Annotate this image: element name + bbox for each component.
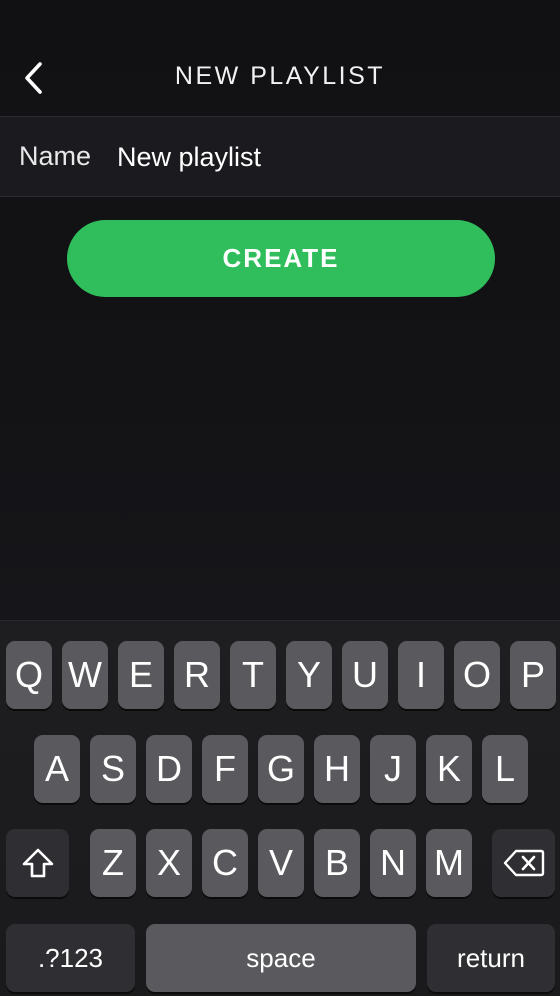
key-h[interactable]: H [314,735,360,803]
key-m[interactable]: M [426,829,472,897]
key-w[interactable]: W [62,641,108,709]
key-y[interactable]: Y [286,641,332,709]
shift-icon [22,848,53,878]
name-row: Name [0,116,560,197]
header: NEW PLAYLIST [0,0,560,116]
key-z[interactable]: Z [90,829,136,897]
key-n[interactable]: N [370,829,416,897]
key-b[interactable]: B [314,829,360,897]
backspace-key[interactable] [492,829,555,897]
backspace-icon [503,849,544,877]
key-v[interactable]: V [258,829,304,897]
playlist-name-input[interactable] [117,135,537,179]
return-key[interactable]: return [427,924,555,992]
key-t[interactable]: T [230,641,276,709]
key-d[interactable]: D [146,735,192,803]
new-playlist-screen: NEW PLAYLIST Name CREATE QWERTYUIOP ASDF… [0,0,560,996]
numbers-key[interactable]: .?123 [6,924,135,992]
key-l[interactable]: L [482,735,528,803]
key-e[interactable]: E [118,641,164,709]
key-k[interactable]: K [426,735,472,803]
keyboard: QWERTYUIOP ASDFGHJKL ZXCVBNM .?123 space… [0,620,560,996]
key-j[interactable]: J [370,735,416,803]
page-title: NEW PLAYLIST [174,62,386,90]
create-button[interactable]: CREATE [67,220,495,297]
key-i[interactable]: I [398,641,444,709]
key-x[interactable]: X [146,829,192,897]
space-key[interactable]: space [146,924,416,992]
shift-key[interactable] [6,829,69,897]
key-p[interactable]: P [510,641,556,709]
key-q[interactable]: Q [6,641,52,709]
key-c[interactable]: C [202,829,248,897]
key-u[interactable]: U [342,641,388,709]
key-s[interactable]: S [90,735,136,803]
key-f[interactable]: F [202,735,248,803]
key-a[interactable]: A [34,735,80,803]
key-g[interactable]: G [258,735,304,803]
name-label: Name [19,141,92,171]
key-o[interactable]: O [454,641,500,709]
key-r[interactable]: R [174,641,220,709]
